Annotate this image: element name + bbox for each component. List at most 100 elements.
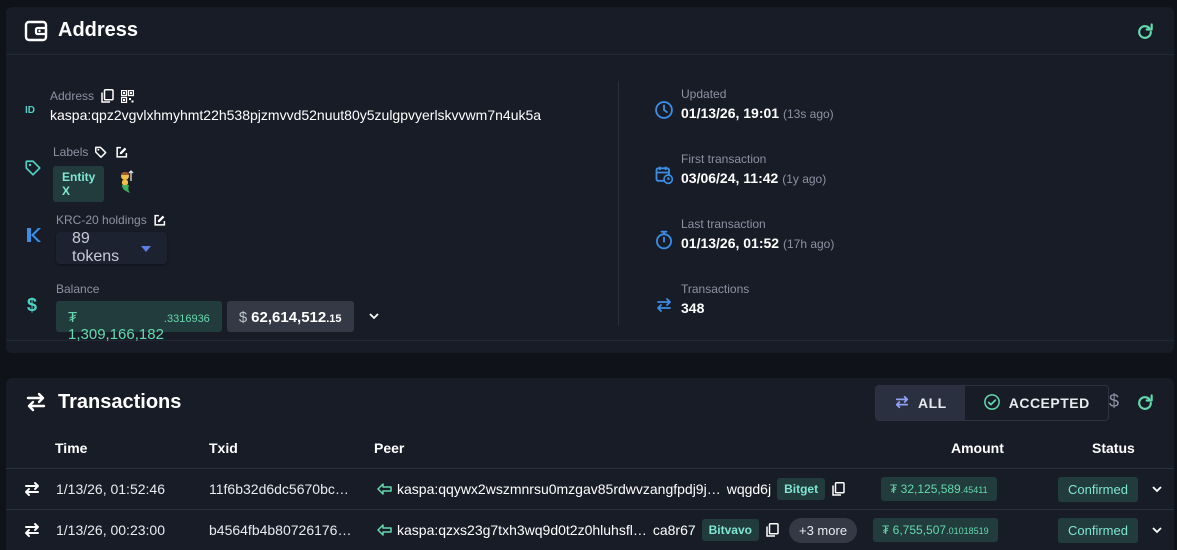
tx-amount: ₮ 6,755,507.01018519 <box>873 510 998 550</box>
first-transaction-ago: (1y ago) <box>782 172 827 186</box>
refresh-icon[interactable] <box>1134 21 1156 43</box>
transaction-filter-group: ALL ACCEPTED <box>875 385 1109 421</box>
tx-time: 1/13/26, 00:23:00 <box>56 522 165 538</box>
transactions-count-label: Transactions <box>681 282 750 296</box>
edit-icon[interactable] <box>114 145 128 159</box>
column-header-time: Time <box>55 440 88 456</box>
incoming-arrow-icon <box>377 524 392 536</box>
address-label: Address <box>50 89 95 103</box>
filter-accepted-label: ACCEPTED <box>1008 395 1090 411</box>
table-row[interactable]: 1/13/26, 01:52:46 11f6b32d6dc5670bc… kas… <box>6 468 1174 508</box>
kasplex-icon <box>23 225 43 245</box>
transfer-arrows-icon <box>23 510 41 550</box>
address-card: Address ID Address kaspa:qpz2vgvlxhmyhmt… <box>6 7 1174 353</box>
copy-icon[interactable] <box>832 482 845 496</box>
transfer-arrows-icon <box>894 395 910 412</box>
wallet-icon <box>24 19 48 43</box>
tx-status: Confirmed <box>1058 510 1138 550</box>
peer-address-link[interactable]: kaspa:qzxs23g7txh3wq9d0t2z0hluhsfl… <box>397 522 647 538</box>
tx-amount-decimals: .45411 <box>960 485 988 495</box>
updated-ago: (13s ago) <box>782 107 834 121</box>
clock-icon <box>653 99 675 121</box>
tx-amount: ₮ 32,125,589.45411 <box>881 469 997 509</box>
balance-usd-symbol: $ <box>238 309 248 326</box>
caret-down-icon <box>140 239 151 257</box>
last-transaction-label: Last transaction <box>681 217 766 231</box>
updated-value: 01/13/26, 19:01 <box>681 105 780 121</box>
check-circle-icon <box>983 393 1001 414</box>
krc20-tokens-dropdown[interactable]: 89 tokens <box>56 230 167 265</box>
first-transaction-value: 03/06/24, 11:42 <box>681 170 779 186</box>
peer-tag[interactable]: Bitvavo <box>701 519 759 541</box>
id-icon: ID <box>23 99 43 119</box>
tx-id-link[interactable]: 11f6b32d6dc5670bc… <box>209 469 349 509</box>
last-transaction-ago: (17h ago) <box>782 237 835 251</box>
last-transaction-value: 01/13/26, 01:52 <box>681 235 780 251</box>
qr-code-icon[interactable] <box>120 89 134 103</box>
filter-accepted-button[interactable]: ACCEPTED <box>965 386 1108 420</box>
timer-icon <box>653 229 675 251</box>
first-transaction-label: First transaction <box>681 152 767 166</box>
tag-icon <box>23 158 43 178</box>
more-peers-button[interactable]: +3 more <box>789 517 858 543</box>
transactions-card-title: Transactions <box>58 390 182 413</box>
filter-all-button[interactable]: ALL <box>876 386 965 420</box>
transactions-count-value: 348 <box>681 300 705 316</box>
column-header-peer: Peer <box>374 440 405 456</box>
transactions-card-header: Transactions <box>24 390 181 414</box>
currency-toggle-button[interactable]: $ <box>1109 391 1119 412</box>
updated-label: Updated <box>681 87 727 101</box>
labels-label: Labels <box>53 145 89 159</box>
status-badge: Confirmed <box>1058 476 1138 502</box>
transfer-arrows-icon <box>653 294 675 316</box>
column-header-amount: Amount <box>951 440 1004 456</box>
table-row[interactable]: 1/13/26, 00:23:00 b4564fb4b80726176… kas… <box>6 509 1174 549</box>
balance-kas-decimals: .3316936 <box>163 313 210 325</box>
peer-tag[interactable]: Bitget <box>777 478 826 500</box>
balance-kas-main: ₮ 1,309,166,182 <box>68 309 164 343</box>
peer-address-suffix[interactable]: wqgd6j <box>727 481 771 497</box>
column-header-txid: Txid <box>209 440 238 456</box>
address-card-header: Address <box>6 7 1174 55</box>
tag-edit-icon[interactable] <box>94 145 108 159</box>
edit-icon[interactable] <box>153 213 167 227</box>
entity-tag[interactable]: Entity X <box>53 166 105 202</box>
svg-text:ID: ID <box>25 105 35 115</box>
tx-peer: kaspa:qqywx2wszmnrsu0mzgav85rdwvzangfpdj… <box>377 469 845 509</box>
svg-text:$: $ <box>27 295 37 315</box>
filter-all-label: ALL <box>918 395 947 411</box>
krc20-label: KRC-20 holdings <box>56 213 147 227</box>
status-badge: Confirmed <box>1058 517 1138 543</box>
copy-icon[interactable] <box>100 89 114 103</box>
tx-amount-main: ₮ 32,125,589 <box>890 482 961 496</box>
peer-address-link[interactable]: kaspa:qqywx2wszmnrsu0mzgav85rdwvzangfpdj… <box>397 481 721 497</box>
merperson-emoji-icon <box>116 169 136 199</box>
tx-time: 1/13/26, 01:52:46 <box>56 481 165 497</box>
transactions-card: Transactions ALL ACCEPTED $ Time Txid Pe… <box>6 378 1174 550</box>
balance-usd-chip[interactable]: $62,614,512.15 <box>226 301 354 332</box>
krc20-tokens-count: 89 tokens <box>72 230 120 265</box>
calendar-clock-icon <box>653 164 675 186</box>
column-header-status: Status <box>1092 440 1135 456</box>
address-card-title: Address <box>58 19 139 41</box>
peer-address-suffix[interactable]: ca8r67 <box>653 522 696 538</box>
refresh-icon[interactable] <box>1134 392 1156 414</box>
transfer-arrows-icon <box>24 390 48 414</box>
chevron-down-icon[interactable] <box>1152 510 1162 550</box>
balance-label: Balance <box>56 282 100 296</box>
tx-amount-decimals: .01018519 <box>946 526 989 536</box>
balance-usd-main: 62,614,512 <box>251 309 327 326</box>
chevron-down-icon[interactable] <box>1152 469 1162 509</box>
transfer-arrows-icon <box>23 469 41 509</box>
balance-kas-chip[interactable]: ₮ 1,309,166,182.3316936 <box>56 301 222 343</box>
column-divider <box>618 81 619 325</box>
tx-status: Confirmed <box>1058 469 1138 509</box>
address-value[interactable]: kaspa:qpz2vgvlxhmyhmt22h538pjzmvvd52nuut… <box>50 107 541 123</box>
chevron-down-icon[interactable] <box>368 313 379 320</box>
tx-amount-main: ₮ 6,755,507 <box>882 523 947 537</box>
copy-icon[interactable] <box>766 523 779 537</box>
tx-amount-chip: ₮ 6,755,507.01018519 <box>873 518 998 542</box>
dollar-icon: $ <box>23 295 43 315</box>
card-bottom-divider <box>6 340 1174 341</box>
tx-id-link[interactable]: b4564fb4b80726176… <box>209 510 351 550</box>
